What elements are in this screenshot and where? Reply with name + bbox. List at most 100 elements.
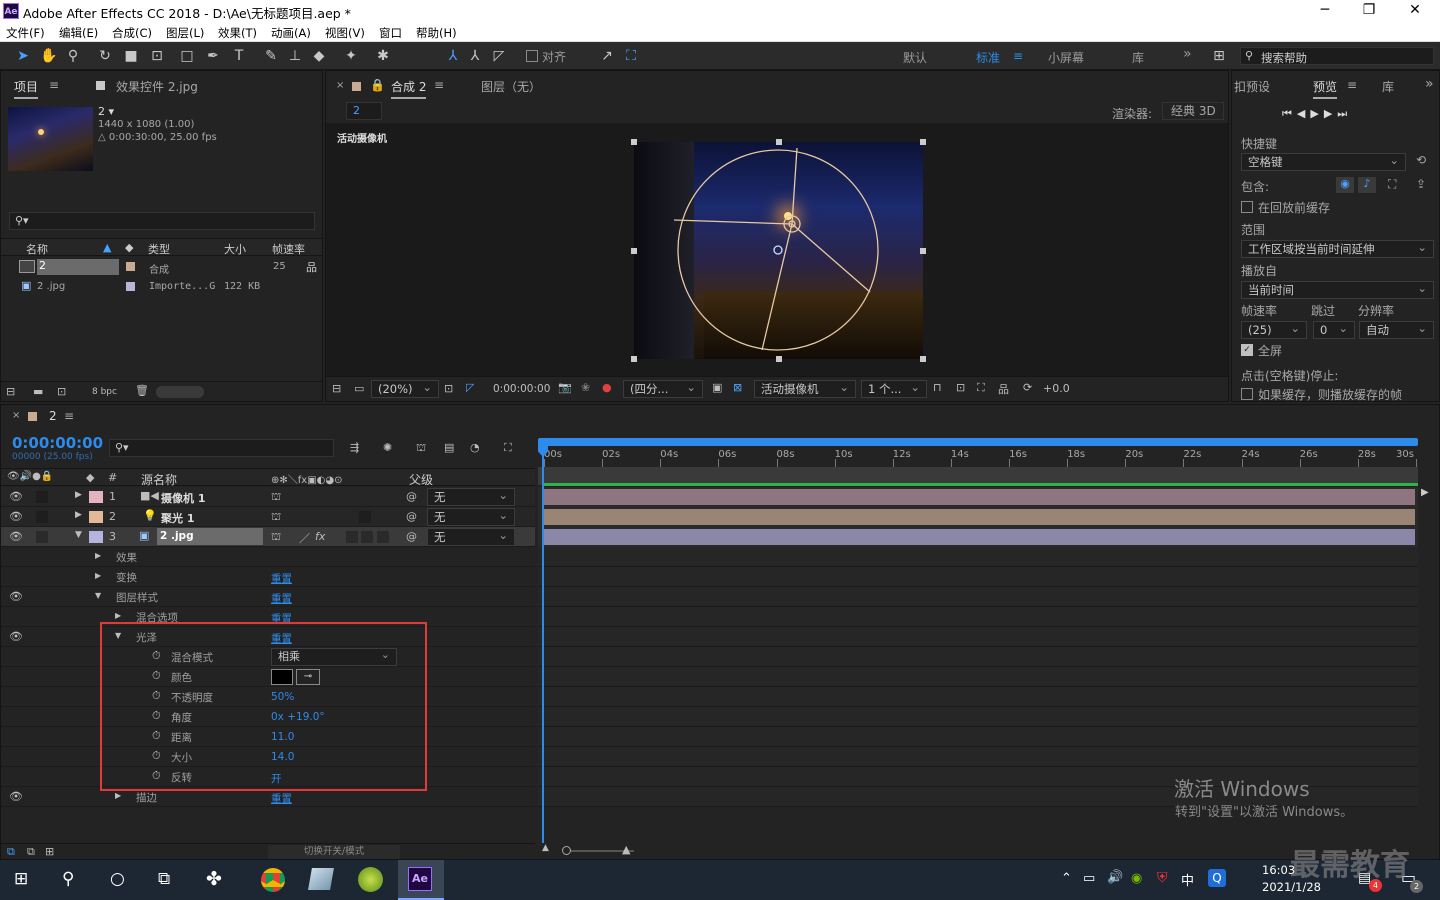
magnification-select[interactable]: (20%) xyxy=(371,379,439,398)
workspace-small-screen[interactable]: 小屏幕 xyxy=(1048,49,1084,66)
lock-icon[interactable]: 🔒 xyxy=(370,78,385,92)
panel-more-icon[interactable]: » xyxy=(1425,76,1434,92)
playhead[interactable] xyxy=(542,439,544,843)
composition-mini-flowchart-icon[interactable]: ⇶ xyxy=(350,441,359,454)
new-composition-icon[interactable]: ⊡ xyxy=(57,385,66,398)
comp-breadcrumb[interactable]: 2 xyxy=(346,102,382,120)
puppet-tool-icon[interactable]: ✱ xyxy=(374,47,392,65)
in-out-icon[interactable]: ⊞ xyxy=(45,845,54,858)
parent-select[interactable]: 无 xyxy=(427,527,515,546)
visibility-eye-icon[interactable]: 👁 xyxy=(9,490,23,503)
av-features-icon[interactable]: 👁🔊●🔒 xyxy=(7,471,53,482)
frame-blending-icon[interactable]: ▤ xyxy=(444,441,454,454)
snap-checkbox[interactable] xyxy=(526,50,538,62)
camera-view-select[interactable]: 活动摄像机 xyxy=(754,379,856,398)
zoom-tool-icon[interactable]: ⚲ xyxy=(64,47,82,65)
pan-behind-tool-icon[interactable]: ⊡ xyxy=(148,47,166,65)
source-name-column[interactable]: 源名称 xyxy=(141,471,177,488)
security-shield-icon[interactable]: ⛨ xyxy=(1157,870,1168,886)
transfer-controls-icon[interactable]: ⧉ xyxy=(27,845,35,859)
trash-icon[interactable]: 🗑 xyxy=(135,384,149,397)
always-preview-icon[interactable]: ⊟ xyxy=(332,382,341,395)
visibility-eye-icon[interactable]: 👁 xyxy=(9,630,23,643)
column-size[interactable]: 大小 xyxy=(224,241,246,257)
parent-select[interactable]: 无 xyxy=(427,507,515,526)
visibility-eye-icon[interactable]: 👁 xyxy=(9,510,23,523)
cortana-icon[interactable]: ○ xyxy=(110,869,125,889)
text-tool-icon[interactable]: T xyxy=(230,47,248,65)
minimize-button[interactable]: ─ xyxy=(1310,2,1340,18)
menu-edit[interactable]: 编辑(E) xyxy=(59,25,98,41)
layer-bar[interactable] xyxy=(543,489,1415,505)
shy-layers-icon[interactable]: ⛫ xyxy=(416,441,426,456)
playback-controls[interactable]: ⏮◀▶▶⏭ xyxy=(1282,107,1352,121)
layer-bar[interactable] xyxy=(543,529,1415,545)
play-from-select[interactable]: 当前时间 xyxy=(1241,280,1434,299)
if-cached-checkbox[interactable] xyxy=(1241,388,1253,400)
draft-3d-icon[interactable]: ✺ xyxy=(383,441,392,454)
windows-start-icon[interactable]: ⊞ xyxy=(14,869,28,889)
rotate-tool-icon[interactable]: ↻ xyxy=(96,47,114,65)
reset-link[interactable]: 重置 xyxy=(271,571,292,586)
reset-link[interactable]: 重置 xyxy=(271,791,292,806)
include-audio-icon[interactable]: ♪ xyxy=(1358,177,1376,193)
timeline-nav-icon[interactable]: ▶ xyxy=(1421,487,1431,501)
tab-library[interactable]: 库 xyxy=(1382,78,1394,95)
workspace-more-icon[interactable]: » xyxy=(1183,46,1192,62)
snap-target-icon[interactable]: ⛶ xyxy=(622,47,640,65)
label-column-icon[interactable]: ◆ xyxy=(125,241,133,254)
shy-switch-icon[interactable]: ⛫ xyxy=(271,490,281,505)
solo-switch[interactable] xyxy=(36,491,48,503)
camera-tool-icon[interactable]: ■ xyxy=(122,47,140,65)
layer-label-swatch[interactable] xyxy=(89,531,103,543)
switch-box[interactable] xyxy=(377,531,389,543)
current-timecode[interactable]: 0:00:00:00 xyxy=(12,434,103,452)
layer-row[interactable]: 👁 ▶ 1 ■◀ 摄像机 1 ⛫ @ 无 xyxy=(1,487,535,507)
monitor-icon[interactable]: ▭ xyxy=(354,382,364,395)
pixel-aspect-icon[interactable]: ⊠ xyxy=(733,381,742,394)
zoom-slider-thumb[interactable] xyxy=(562,846,571,855)
preview-menu-icon[interactable]: ≡ xyxy=(1347,78,1357,92)
eraser-tool-icon[interactable]: ◆ xyxy=(310,47,328,65)
range-select[interactable]: 工作区域按当前时间延伸 xyxy=(1241,239,1434,258)
snapshot-icon[interactable]: 📷 xyxy=(558,381,572,394)
label-column-icon[interactable]: ◆ xyxy=(86,471,94,484)
channel-icon[interactable]: ● xyxy=(602,381,612,394)
layer-number-icon[interactable]: # xyxy=(108,471,117,484)
project-menu-icon[interactable]: ≡ xyxy=(49,78,59,92)
exposure-value[interactable]: +0.0 xyxy=(1043,382,1070,395)
resolution-icon[interactable]: ⊡ xyxy=(444,382,453,395)
close-tab-icon[interactable]: × xyxy=(336,80,344,91)
app-lime-icon[interactable] xyxy=(358,867,383,892)
visibility-eye-icon[interactable]: 👁 xyxy=(9,590,23,603)
nvidia-icon[interactable]: ◉ xyxy=(1131,871,1142,886)
views-select[interactable]: 1 个... xyxy=(861,379,927,398)
shortcut-select[interactable]: 空格键 xyxy=(1241,152,1406,171)
tab-preview[interactable]: 预览 xyxy=(1313,78,1338,99)
switch-box[interactable] xyxy=(346,531,358,543)
column-fps[interactable]: 帧速率 xyxy=(272,241,305,257)
property-row[interactable]: 👁 ▼ 图层样式 重置 xyxy=(1,587,535,607)
menu-view[interactable]: 视图(V) xyxy=(325,25,365,41)
label-color-swatch[interactable] xyxy=(126,282,135,291)
thumbnail-slider[interactable] xyxy=(156,386,204,398)
view-axis-icon[interactable]: ◸ xyxy=(490,47,508,65)
toggle-switches-modes[interactable]: 切换开关/模式 xyxy=(268,845,400,859)
layer-name[interactable]: 聚光 1 xyxy=(161,510,194,526)
flowchart-icon[interactable]: 品 xyxy=(998,381,1009,397)
export-preview-icon[interactable]: ⇪ xyxy=(1416,177,1426,191)
timeline-icon[interactable]: ⛶ xyxy=(977,381,985,395)
flowchart-icon[interactable]: 品 xyxy=(306,259,317,275)
switch-box[interactable] xyxy=(359,511,371,523)
volume-icon[interactable]: 🔊 xyxy=(1107,870,1123,885)
handle-right[interactable] xyxy=(920,248,926,254)
menu-animation[interactable]: 动画(A) xyxy=(271,25,311,41)
clone-stamp-tool-icon[interactable]: ⊥ xyxy=(286,47,304,65)
comp-viewer[interactable]: 活动摄像机 xyxy=(326,123,1228,376)
rectangle-tool-icon[interactable]: □ xyxy=(178,47,196,65)
spotlight-gizmo[interactable] xyxy=(634,142,923,359)
local-axis-icon[interactable]: ⅄ xyxy=(444,47,462,65)
tab-effect-controls[interactable]: 效果控件 2.jpg xyxy=(116,78,198,95)
quality-switch-icon[interactable]: ／ xyxy=(299,530,310,546)
expand-arrow-icon[interactable]: ▶ xyxy=(115,611,121,620)
